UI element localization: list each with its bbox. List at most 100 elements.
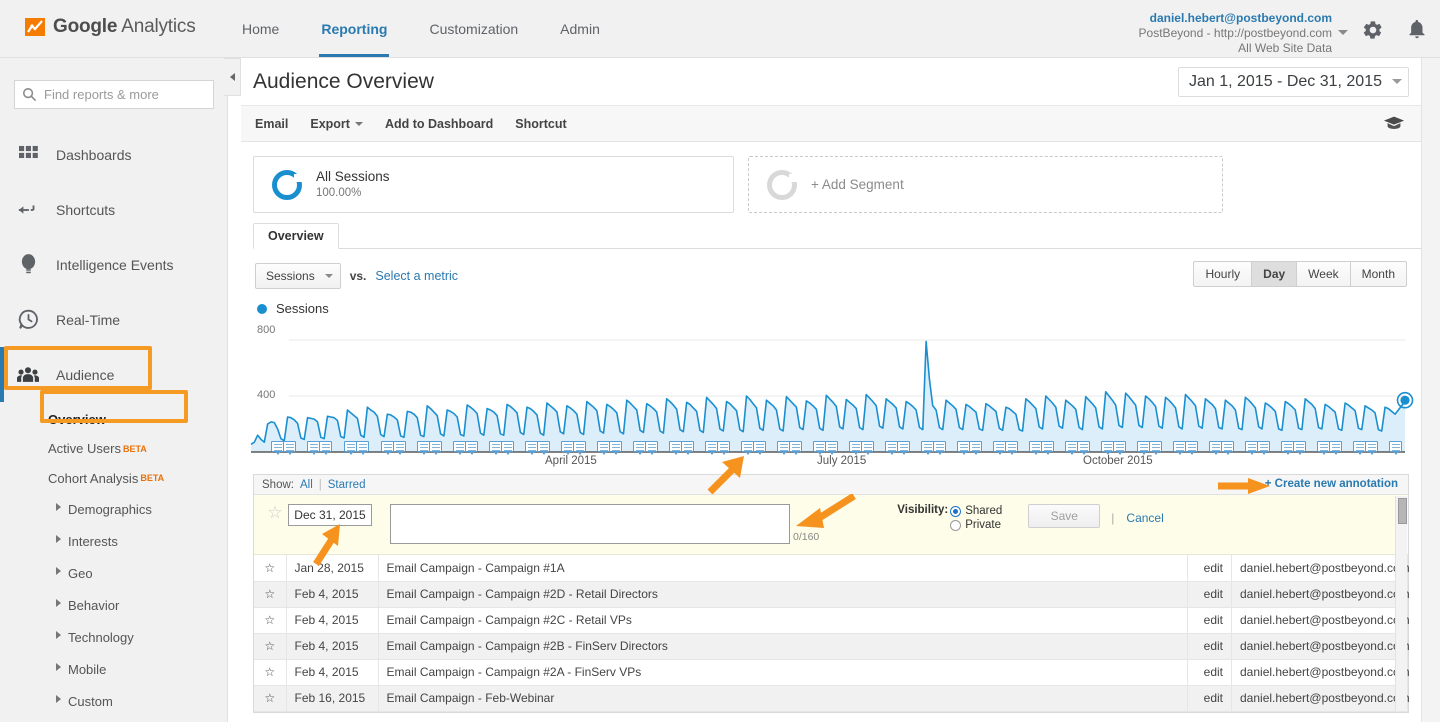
chevron-down-icon[interactable] [1338, 30, 1348, 35]
star-icon[interactable]: ☆ [254, 581, 287, 608]
sidebar-item-custom[interactable]: Custom [0, 685, 227, 717]
select-a-metric-link[interactable]: Select a metric [375, 269, 458, 283]
granularity-day[interactable]: Day [1252, 261, 1298, 287]
filter-all[interactable]: All [300, 479, 313, 491]
shortcut-button[interactable]: Shortcut [515, 117, 566, 131]
save-button[interactable]: Save [1028, 504, 1101, 528]
radio-shared[interactable] [950, 505, 962, 517]
brand-text: Google Analytics [53, 16, 196, 38]
nav-reporting[interactable]: Reporting [319, 0, 390, 57]
account-view: All Web Site Data [1238, 41, 1332, 55]
sessions-chart[interactable]: 800 400 April 2015 July 2015 October 201… [241, 320, 1421, 470]
visibility-shared-label: Shared [965, 505, 1003, 517]
sidebar-subitem-label: Overview [48, 411, 106, 427]
add-segment-button[interactable]: + Add Segment [748, 156, 1223, 213]
table-row[interactable]: ☆ Feb 4, 2015 Email Campaign - Campaign #2… [254, 659, 1410, 686]
edit-link[interactable]: edit [1187, 581, 1232, 608]
granularity-week[interactable]: Week [1297, 261, 1351, 287]
sidebar-item-label: Shortcuts [56, 201, 116, 218]
sidebar-item-overview[interactable]: Overview [0, 404, 227, 434]
chevron-left-icon [229, 73, 235, 81]
granularity-month[interactable]: Month [1350, 261, 1407, 287]
cancel-link[interactable]: Cancel [1126, 511, 1163, 525]
annotations-scrollbar[interactable] [1395, 496, 1407, 711]
x-axis-tick-october: October 2015 [1083, 455, 1153, 467]
table-row[interactable]: ☆ Feb 4, 2015 Email Campaign - Campaign #2… [254, 633, 1410, 660]
metric-selector[interactable]: Sessions [255, 263, 341, 289]
table-row[interactable]: ☆ Feb 4, 2015 Email Campaign - Campaign #2… [254, 581, 1410, 608]
add-segment-donut-icon [767, 169, 797, 200]
nav-admin[interactable]: Admin [558, 0, 602, 57]
add-to-dashboard-button[interactable]: Add to Dashboard [385, 117, 493, 131]
annotation-user: daniel.hebert@postbeyond.com [1231, 633, 1410, 660]
sidebar-item-technology[interactable]: Technology [0, 621, 227, 653]
email-button[interactable]: Email [255, 117, 288, 131]
export-button[interactable]: Export [310, 117, 363, 131]
edit-link[interactable]: edit [1187, 659, 1232, 686]
table-row[interactable]: ☆ Jan 28, 2015 Email Campaign - Campaign #… [254, 555, 1410, 582]
nav-customization[interactable]: Customization [427, 0, 520, 57]
annotations-table: ☆ Jan 28, 2015 Email Campaign - Campaign #… [254, 555, 1410, 712]
sidebar-item-geo[interactable]: Geo [0, 557, 227, 589]
star-icon[interactable]: ☆ [254, 555, 287, 582]
sidebar-item-audience[interactable]: Audience [0, 347, 227, 402]
tab-label: Overview [268, 229, 324, 243]
search-input[interactable] [14, 80, 214, 109]
filter-starred[interactable]: Starred [328, 479, 366, 491]
add-to-dashboard-label: Add to Dashboard [384, 116, 494, 131]
scrollbar-thumb[interactable] [1398, 498, 1407, 524]
edit-link[interactable]: edit [1187, 633, 1232, 660]
sidebar-item-active-users[interactable]: Active Users BETA [0, 434, 227, 463]
radio-private[interactable] [950, 519, 962, 531]
sidebar-item-label: Audience [56, 366, 115, 383]
nav-home[interactable]: Home [240, 0, 281, 57]
shortcut-label: Shortcut [515, 116, 567, 131]
sidebar-item-cohort-analysis[interactable]: Cohort Analysis BETA [0, 463, 227, 493]
annotation-text: Email Campaign - Campaign #2D - Retail D… [378, 581, 1188, 608]
edit-link[interactable]: edit [1187, 555, 1232, 582]
create-new-annotation-link[interactable]: + Create new annotation [1265, 478, 1398, 490]
gear-icon[interactable] [1362, 19, 1384, 44]
bell-icon[interactable] [1406, 18, 1428, 45]
segment-percentage: 100.00% [316, 186, 362, 199]
page-title: Audience Overview [253, 69, 434, 93]
shortcuts-icon [16, 198, 40, 222]
filter-separator: | [318, 478, 322, 491]
sidebar-item-behavior[interactable]: Behavior [0, 589, 227, 621]
date-range-picker[interactable]: Jan 1, 2015 - Dec 31, 2015 [1177, 66, 1409, 97]
google-analytics-logo-icon [24, 16, 46, 38]
sidebar-item-shortcuts[interactable]: Shortcuts [0, 182, 227, 237]
sidebar-collapse-button[interactable] [224, 58, 241, 96]
annotation-note-field[interactable] [390, 504, 790, 544]
brand-logo-area[interactable]: Google Analytics [24, 16, 196, 38]
sidebar-item-dashboards[interactable]: Dashboards [0, 127, 227, 182]
sidebar-item-real-time[interactable]: Real-Time [0, 292, 227, 347]
annotation-date-field[interactable] [288, 504, 372, 526]
graduation-cap-icon[interactable] [1383, 115, 1405, 134]
save-label: Save [1050, 509, 1078, 523]
google-analytics-app: Google Analytics Home Reporting Customiz… [0, 0, 1440, 722]
edit-link[interactable]: edit [1187, 607, 1232, 634]
star-icon[interactable]: ☆ [254, 659, 287, 686]
granularity-hourly[interactable]: Hourly [1193, 261, 1253, 287]
action-bar: Email Export Add to Dashboard Shortcut [241, 106, 1421, 142]
visibility-label: Visibility: [897, 504, 949, 516]
sidebar-item-intelligence-events[interactable]: Intelligence Events [0, 237, 227, 292]
visibility-shared-option[interactable]: Shared [950, 504, 1002, 518]
table-row[interactable]: ☆ Feb 4, 2015 Email Campaign - Campaign #2… [254, 607, 1410, 634]
annotation-date: Feb 16, 2015 [286, 685, 379, 712]
account-selector[interactable]: daniel.hebert@postbeyond.com PostBeyond … [1139, 11, 1332, 56]
sidebar-item-interests[interactable]: Interests [0, 525, 227, 557]
tab-overview[interactable]: Overview [253, 223, 339, 249]
chevron-down-icon [1392, 79, 1402, 84]
visibility-private-option[interactable]: Private [950, 518, 1002, 532]
star-icon[interactable]: ☆ [254, 685, 287, 712]
star-icon[interactable]: ☆ [254, 607, 287, 634]
star-icon[interactable]: ☆ [254, 633, 287, 660]
sidebar-item-mobile[interactable]: Mobile [0, 653, 227, 685]
edit-link[interactable]: edit [1187, 685, 1232, 712]
table-row[interactable]: ☆ Feb 16, 2015 Email Campaign - Feb-Webina… [254, 685, 1410, 712]
star-icon[interactable]: ☆ [264, 504, 286, 521]
sidebar-item-demographics[interactable]: Demographics [0, 493, 227, 525]
segment-all-sessions[interactable]: All Sessions 100.00% [253, 156, 734, 213]
